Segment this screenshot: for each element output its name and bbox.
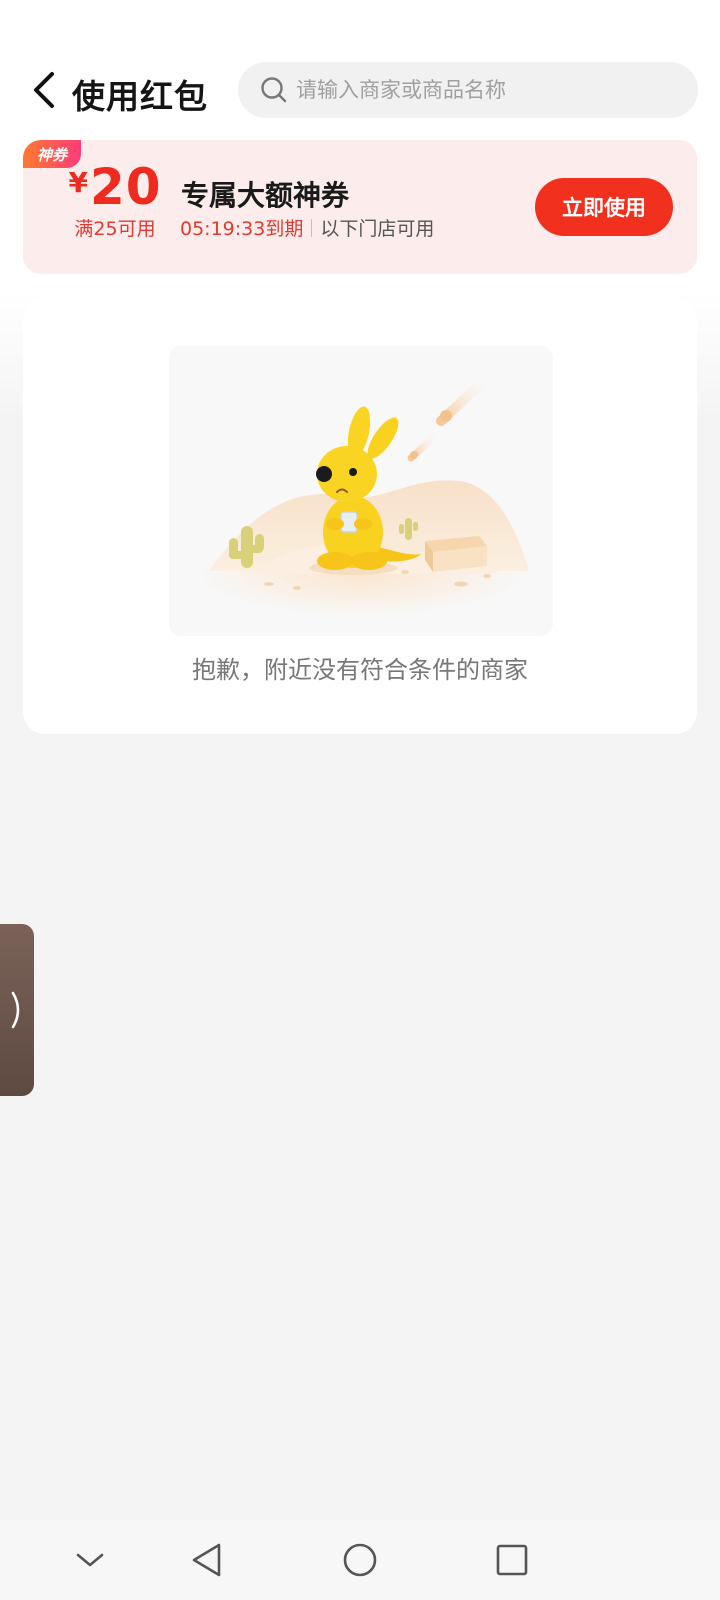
- chevron-down-icon: [76, 1553, 104, 1567]
- page-title: 使用红包: [72, 77, 208, 116]
- coupon-value: 20: [89, 158, 162, 216]
- coupon-details: 05:19:33到期 以下门店可用: [180, 214, 434, 241]
- back-button[interactable]: [22, 68, 66, 112]
- search-input[interactable]: [296, 78, 676, 102]
- currency-symbol: ¥: [68, 166, 88, 199]
- use-now-button[interactable]: 立即使用: [535, 178, 673, 236]
- coupon-expire-time: 05:19:33到期: [180, 218, 304, 240]
- coupon-amount: ¥20: [59, 158, 171, 216]
- back-triangle-icon: [192, 1543, 221, 1577]
- empty-illustration: [169, 346, 553, 636]
- search-bar[interactable]: [238, 62, 698, 118]
- back-arrow-icon: [34, 72, 54, 108]
- nav-recents-button[interactable]: [490, 1538, 534, 1582]
- coupon-scope: 以下门店可用: [320, 218, 435, 240]
- empty-state-card: 抱歉，附近没有符合条件的商家: [23, 298, 697, 734]
- coupon-condition: 满25可用: [74, 218, 156, 240]
- system-nav-bar: [0, 1520, 720, 1600]
- home-circle-icon: [343, 1543, 377, 1577]
- side-expand-handle[interactable]: [0, 924, 34, 1096]
- divider: [311, 218, 313, 237]
- chevron-right-icon: [11, 991, 20, 1029]
- coupon-name: 专属大额神券: [181, 179, 350, 212]
- empty-message: 抱歉，附近没有符合条件的商家: [192, 656, 528, 684]
- header: 使用红包: [0, 62, 720, 118]
- coupon-card: 神券 ¥20 满25可用 专属大额神券 05:19:33到期 以下门店可用 立即…: [23, 140, 697, 274]
- nav-back-button[interactable]: [184, 1538, 228, 1582]
- search-icon: [260, 75, 290, 105]
- recents-square-icon: [496, 1544, 528, 1576]
- nav-home-button[interactable]: [338, 1538, 382, 1582]
- page: 使用红包 神券 ¥20 满25可用 专属大额神券 05:19:33到期 以下门店…: [0, 0, 720, 1600]
- nav-hide-button[interactable]: [68, 1538, 112, 1582]
